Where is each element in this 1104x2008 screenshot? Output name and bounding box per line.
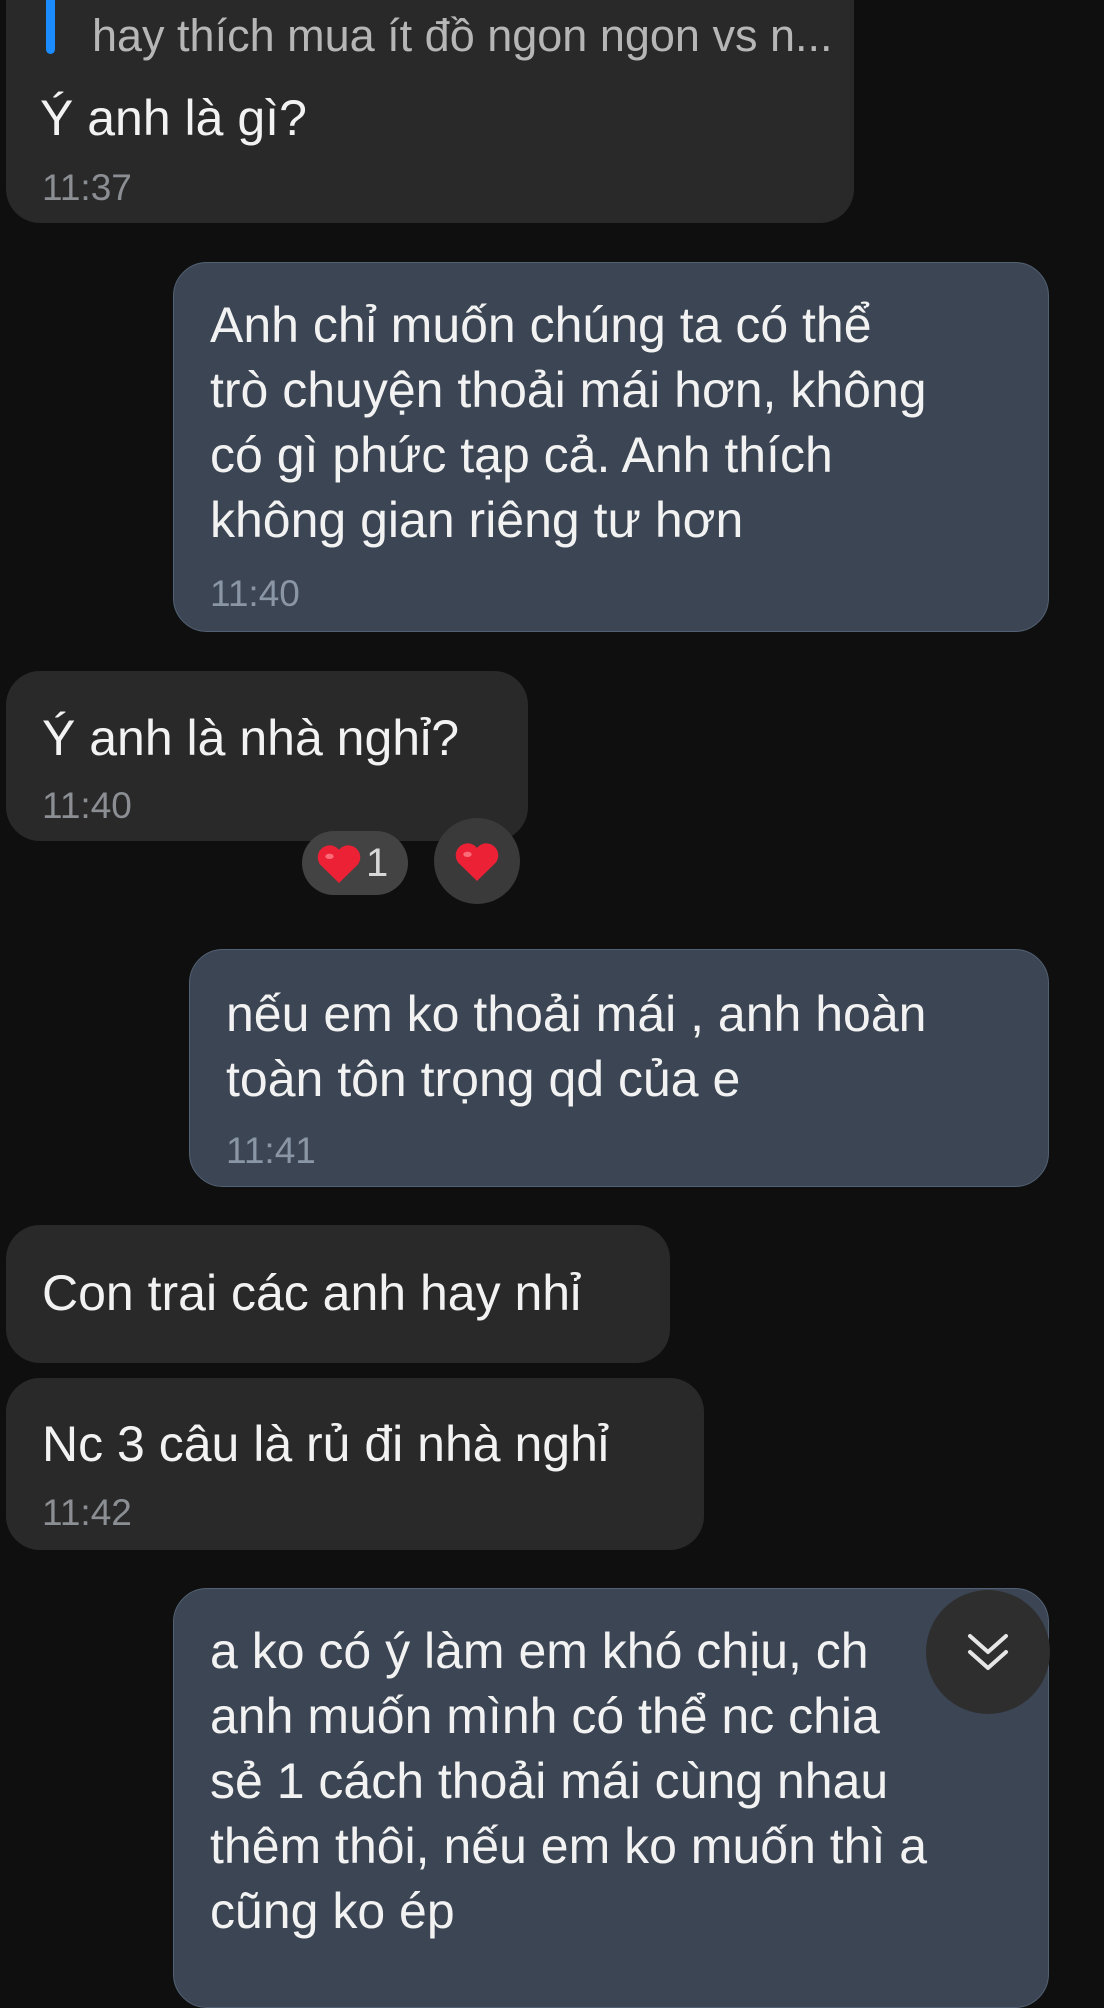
double-chevron-down-icon	[962, 1626, 1014, 1678]
message-bubble-incoming[interactable]: Ý anh là nhà nghỉ? 11:40	[6, 671, 528, 841]
message-time: 11:40	[42, 785, 132, 826]
message-bubble-incoming[interactable]: Nc 3 câu là rủ đi nhà nghỉ 11:42	[6, 1378, 704, 1550]
message-bubble-outgoing[interactable]: Anh chỉ muốn chúng ta có thể trò chuyện …	[173, 262, 1049, 632]
message-time: 11:42	[42, 1492, 132, 1533]
message-time: 11:40	[210, 573, 300, 614]
message-time: 11:41	[226, 1130, 316, 1171]
red-heart-icon	[316, 843, 362, 883]
message-bubble-outgoing[interactable]: a ko có ý làm em khó chịu, ch anh muốn m…	[173, 1588, 1049, 2008]
reply-quote-bar	[46, 0, 55, 54]
message-text: Anh chỉ muốn chúng ta có thể trò chuyện …	[210, 297, 927, 548]
message-text: nếu em ko thoải mái , anh hoàn toàn tôn …	[226, 986, 927, 1107]
red-heart-icon	[454, 841, 500, 881]
reaction-count: 1	[366, 840, 389, 885]
message-time: 11:37	[42, 167, 132, 208]
message-text: Nc 3 câu là rủ đi nhà nghỉ	[42, 1416, 610, 1472]
message-bubble-incoming[interactable]: hay thích mua ít đồ ngon ngon vs n... Ý …	[6, 0, 854, 223]
reaction-summary[interactable]: 1	[302, 831, 408, 895]
message-text: Ý anh là nhà nghỉ?	[42, 710, 460, 766]
reply-quote-text[interactable]: hay thích mua ít đồ ngon ngon vs n...	[92, 10, 832, 62]
message-text: Ý anh là gì?	[40, 90, 307, 146]
message-bubble-incoming[interactable]: Con trai các anh hay nhỉ	[6, 1225, 670, 1363]
message-text: Con trai các anh hay nhỉ	[42, 1265, 582, 1321]
message-bubble-outgoing[interactable]: nếu em ko thoải mái , anh hoàn toàn tôn …	[189, 949, 1049, 1187]
scroll-to-bottom-button[interactable]	[926, 1590, 1050, 1714]
message-text: a ko có ý làm em khó chịu, ch anh muốn m…	[210, 1623, 928, 1939]
add-reaction-button[interactable]	[434, 818, 520, 904]
